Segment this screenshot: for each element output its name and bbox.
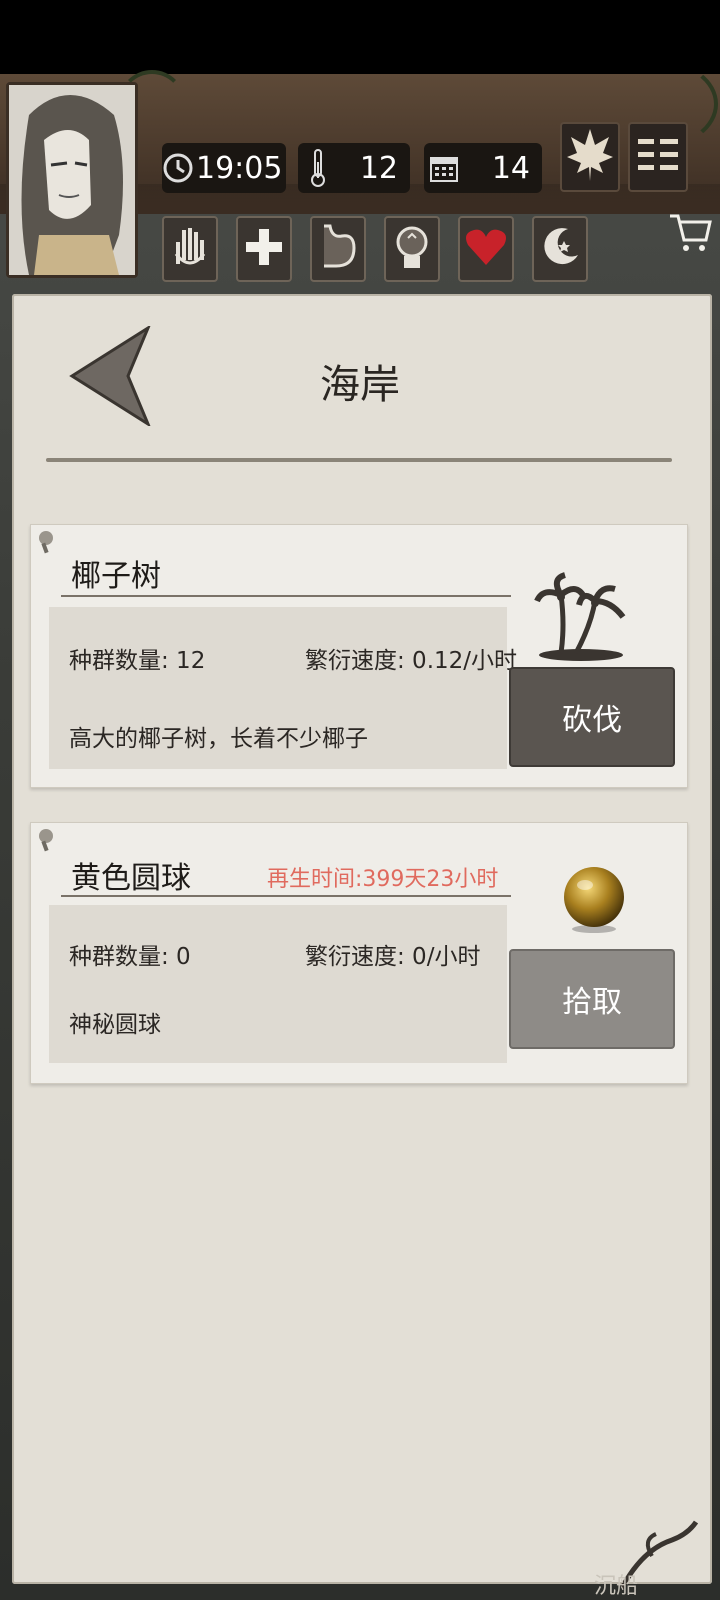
pin-icon [39,531,53,545]
temperature-value: 12 [359,150,398,186]
back-arrow-icon [68,324,152,430]
maple-leaf-icon [565,127,615,187]
time-display: 19:05 [162,143,286,193]
thermometer-icon [298,146,338,190]
menu-icon [636,135,680,179]
crafting-button[interactable] [560,122,620,192]
clock-icon [162,146,194,190]
pickup-button[interactable]: 拾取 [509,949,675,1049]
character-portrait[interactable] [6,82,138,278]
heart-stat-button[interactable] [458,216,514,282]
respawn-time: 再生时间:399天23小时 [267,867,499,892]
calendar-icon [424,146,464,190]
page-title: 海岸 [320,362,400,408]
day-display: 14 [424,143,542,193]
shop-cart-button[interactable] [668,210,712,258]
resource-name: 椰子树 [71,559,161,594]
health-stat-button[interactable] [236,216,292,282]
title-divider [46,458,672,462]
hunger-stat-button[interactable] [310,216,366,282]
population-label: 种群数量: 0 [69,944,191,970]
heart-icon [464,227,508,271]
hand-stat-button[interactable] [162,216,218,282]
temperature-display: 12 [298,143,410,193]
growth-label: 繁衍速度: 0/小时 [305,944,481,970]
resource-card-coconut-tree: 椰子树 种群数量: 12 繁衍速度: 0.12/小时 高大的椰子树，长着不少椰子… [30,524,688,788]
growth-label: 繁衍速度: 0.12/小时 [305,648,518,674]
time-value: 19:05 [196,150,283,186]
cart-icon [668,214,712,258]
name-underline [61,595,511,597]
resource-info: 种群数量: 12 繁衍速度: 0.12/小时 高大的椰子树，长着不少椰子 [49,607,517,769]
location-watermark: 沉船 [594,1574,639,1599]
palm-tree-icon [531,565,631,669]
mind-stat-button[interactable] [384,216,440,282]
resource-name: 黄色圆球 [71,861,191,896]
sleep-stat-button[interactable] [532,216,588,282]
status-bar [0,0,720,74]
resource-description: 高大的椰子树，长着不少椰子 [69,726,368,752]
chop-button[interactable]: 砍伐 [509,667,675,767]
name-underline [61,895,511,897]
population-label: 种群数量: 12 [69,648,206,674]
pin-icon [39,829,53,843]
hand-icon [170,224,210,274]
yellow-orb-icon [561,865,627,939]
resource-info: 种群数量: 0 繁衍速度: 0/小时 神秘圆球 [49,905,507,1063]
stomach-icon [318,224,358,274]
health-cross-icon [244,227,284,271]
day-value: 14 [491,150,530,186]
resource-description: 神秘圆球 [69,1012,161,1038]
resource-card-yellow-orb: 黄色圆球 再生时间:399天23小时 种群数量: 0 繁衍速度: 0/小时 神秘… [30,822,688,1084]
menu-button[interactable] [628,122,688,192]
moon-icon [538,225,582,273]
mind-icon [392,224,432,274]
